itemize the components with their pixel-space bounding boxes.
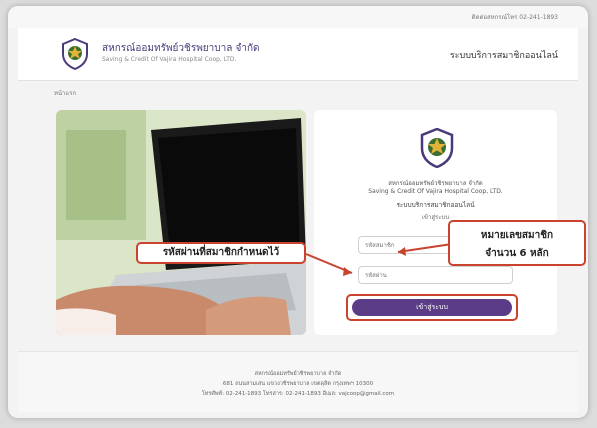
callout-arrows [305, 243, 453, 276]
member-callout-arrowhead [398, 247, 406, 256]
member-id-callout: หมายเลขสมาชิก จำนวน 6 หลัก [448, 220, 586, 266]
password-callout: รหัสผ่านที่สมาชิกกำหนดไว้ [136, 242, 306, 264]
member-callout-line2: จำนวน 6 หลัก [485, 248, 549, 259]
member-callout-pointer [397, 243, 453, 253]
member-callout-line1: หมายเลขสมาชิก [480, 230, 554, 241]
